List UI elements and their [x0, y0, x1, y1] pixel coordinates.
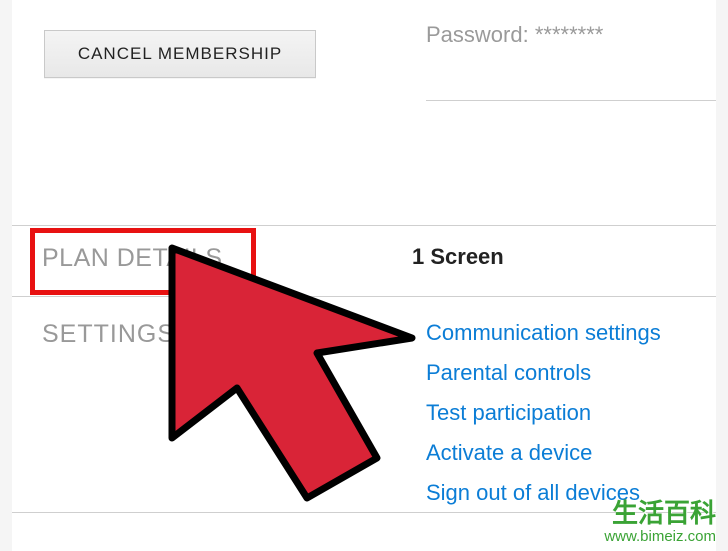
password-mask: ********: [535, 22, 604, 47]
account-page: CANCEL MEMBERSHIP Password: ******** PLA…: [12, 0, 716, 551]
plan-value: 1 Screen: [412, 244, 504, 270]
watermark-title: 生活百科: [604, 493, 716, 530]
divider: [426, 100, 716, 101]
link-activate-device[interactable]: Activate a device: [426, 440, 661, 466]
password-label: Password:: [426, 22, 529, 47]
watermark-url: www.bimeiz.com: [604, 528, 716, 545]
cancel-membership-button[interactable]: CANCEL MEMBERSHIP: [44, 30, 316, 78]
link-test-participation[interactable]: Test participation: [426, 400, 661, 426]
settings-heading: SETTINGS: [42, 320, 175, 349]
divider: [12, 225, 716, 226]
link-parental-controls[interactable]: Parental controls: [426, 360, 661, 386]
divider: [12, 296, 716, 297]
settings-links: Communication settings Parental controls…: [426, 320, 661, 506]
password-row: Password: ********: [426, 22, 603, 48]
watermark: 生活百科 www.bimeiz.com: [604, 493, 716, 545]
plan-details-heading: PLAN DETAILS: [42, 244, 223, 273]
link-communication-settings[interactable]: Communication settings: [426, 320, 661, 346]
